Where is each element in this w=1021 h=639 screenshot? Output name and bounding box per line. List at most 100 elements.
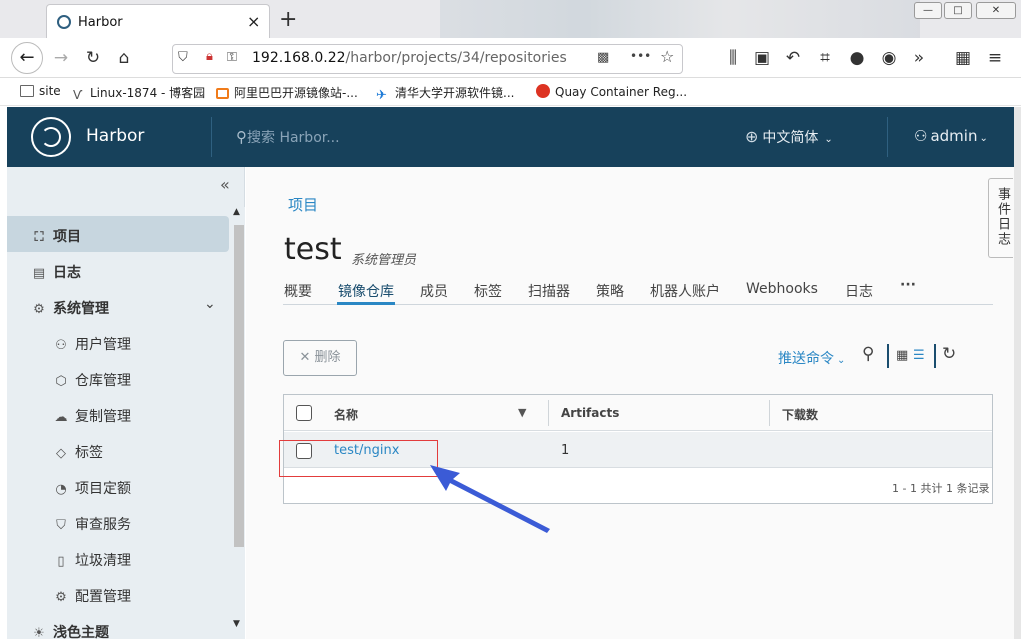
- app-brand[interactable]: Harbor: [86, 126, 144, 146]
- overflow-icon[interactable]: »: [906, 46, 932, 70]
- column-pulls-header[interactable]: 下载数: [782, 406, 818, 423]
- qr-code-icon[interactable]: ▩: [597, 50, 609, 65]
- delete-button[interactable]: ✕ 删除: [283, 340, 357, 376]
- home-icon[interactable]: ⌂: [111, 46, 137, 70]
- cnblogs-icon: Ѵ: [73, 88, 83, 102]
- sidebar-item-quotas[interactable]: ◔ 项目定额: [53, 478, 131, 498]
- background-window: [440, 0, 920, 38]
- event-log-tab[interactable]: 事件日志: [988, 178, 1013, 258]
- bookmark-tuna[interactable]: ✈ 清华大学开源软件镜...: [376, 84, 514, 103]
- admin-icon: ⚙: [33, 302, 45, 317]
- account-icon[interactable]: ◉: [876, 46, 902, 70]
- user-menu[interactable]: ⚇ admin ⌄: [914, 127, 988, 145]
- search-icon[interactable]: ⚲: [862, 344, 874, 364]
- user-icon: ⚇: [914, 127, 928, 145]
- back-arrow-icon[interactable]: ←: [11, 42, 43, 74]
- interrogation-icon: ⛉: [56, 518, 66, 533]
- push-command-dropdown[interactable]: 推送命令 ⌄: [778, 348, 845, 368]
- breadcrumb[interactable]: 项目: [288, 194, 318, 215]
- browser-tab[interactable]: Harbor ×: [46, 4, 270, 38]
- minimize-icon[interactable]: —: [914, 2, 942, 19]
- aliyun-icon: [216, 88, 229, 99]
- header-divider: [887, 117, 888, 157]
- page-title: test: [284, 232, 342, 267]
- menu-icon[interactable]: ≡: [982, 46, 1008, 70]
- select-all-checkbox[interactable]: [296, 405, 312, 421]
- bookmark-label: Quay Container Reg...: [555, 85, 688, 99]
- sidebar-item-logs[interactable]: ▤ 日志: [31, 262, 81, 282]
- sidebar-item-gc[interactable]: ▯ 垃圾清理: [53, 550, 131, 570]
- tab-repositories[interactable]: 镜像仓库: [338, 281, 394, 301]
- undo-icon[interactable]: ↶: [780, 46, 806, 70]
- url-path: /harbor/projects/34/repositories: [345, 50, 567, 66]
- tab-summary[interactable]: 概要: [284, 281, 312, 301]
- sidebar-item-label: 浅色主题: [53, 625, 109, 639]
- shield-icon[interactable]: ⛉: [178, 50, 188, 65]
- sidebar-item-labels[interactable]: ◇ 标签: [53, 442, 103, 462]
- page-actions-icon[interactable]: •••: [630, 49, 651, 63]
- bookmark-site[interactable]: site: [20, 84, 61, 98]
- sidebar-item-label: 垃圾清理: [75, 553, 131, 569]
- forward-arrow-icon[interactable]: →: [48, 46, 74, 70]
- bookmark-star-icon[interactable]: ☆: [660, 47, 674, 66]
- tab-members[interactable]: 成员: [420, 281, 448, 301]
- card-view-icon[interactable]: ▦: [896, 348, 908, 363]
- bookmark-quay[interactable]: Quay Container Reg...: [536, 84, 687, 99]
- scroll-down-icon: ▼: [233, 619, 240, 629]
- new-tab-button[interactable]: +: [279, 7, 297, 32]
- extension-icon[interactable]: ●: [844, 46, 870, 70]
- tab-robot-accounts[interactable]: 机器人账户: [650, 281, 720, 301]
- sidebar-item-configuration[interactable]: ⚙ 配置管理: [53, 586, 131, 606]
- list-view-icon[interactable]: ☰: [913, 348, 925, 363]
- key-icon[interactable]: ⚿: [227, 50, 237, 65]
- sidebar-item-registries[interactable]: ⬡ 仓库管理: [53, 370, 131, 390]
- sidebar-item-theme[interactable]: ☀ 浅色主题: [31, 622, 109, 639]
- column-artifacts-header[interactable]: Artifacts: [561, 406, 619, 420]
- tab-more[interactable]: ···: [900, 277, 916, 293]
- sidebar-item-interrogation[interactable]: ⛉ 审查服务: [53, 514, 131, 534]
- bookmark-aliyun[interactable]: 阿里巴巴开源镜像站-...: [216, 84, 358, 101]
- sidebar-item-admin[interactable]: ⚙ 系统管理: [31, 298, 109, 318]
- tab-scanner[interactable]: 扫描器: [528, 281, 570, 301]
- refresh-icon[interactable]: ↻: [942, 344, 956, 364]
- close-window-icon[interactable]: ✕: [976, 2, 1016, 19]
- sidebar-item-users[interactable]: ⚇ 用户管理: [53, 334, 131, 354]
- logs-icon: ▤: [32, 266, 46, 281]
- maximize-icon[interactable]: □: [944, 2, 972, 19]
- scroll-up-icon: ▲: [233, 207, 240, 217]
- column-divider[interactable]: [548, 400, 549, 426]
- global-search-input[interactable]: ⚲搜索 Harbor...: [236, 127, 340, 147]
- users-icon: ⚇: [55, 338, 67, 353]
- sidebar-item-replication[interactable]: ☁ 复制管理: [53, 406, 132, 426]
- url-text[interactable]: 192.168.0.22/harbor/projects/34/reposito…: [252, 50, 567, 66]
- tab-policy[interactable]: 策略: [596, 281, 624, 301]
- column-divider[interactable]: [769, 400, 770, 426]
- user-name: admin: [930, 127, 978, 145]
- chevron-down-icon[interactable]: ⌄: [204, 296, 216, 312]
- gc-icon: ▯: [57, 554, 65, 569]
- addons-icon[interactable]: ▦: [950, 46, 976, 70]
- sidebar-item-label: 用户管理: [75, 337, 131, 353]
- tab-webhooks[interactable]: Webhooks: [746, 281, 818, 297]
- sidebar-icon[interactable]: ▣: [749, 46, 775, 70]
- delete-label: 删除: [314, 350, 341, 365]
- sidebar-scrollbar[interactable]: ▲ ▼: [231, 207, 245, 639]
- filter-icon[interactable]: ▼: [518, 406, 526, 419]
- tab-labels[interactable]: 标签: [474, 281, 502, 301]
- language-selector[interactable]: ⊕ 中文简体 ⌄: [745, 127, 833, 147]
- bookmark-cnblogs[interactable]: Ѵ Linux-1874 - 博客园: [73, 84, 205, 102]
- library-icon[interactable]: ⫼: [720, 46, 746, 70]
- tab-logs[interactable]: 日志: [845, 281, 873, 301]
- tab-close-icon[interactable]: ×: [247, 12, 260, 31]
- crop-icon[interactable]: ⌗: [812, 46, 838, 70]
- harbor-logo-icon[interactable]: [31, 117, 71, 157]
- sidebar-item-projects[interactable]: ⛶ 项目: [31, 226, 81, 246]
- event-log-label: 事件日志: [995, 187, 1010, 247]
- insecure-lock-icon[interactable]: 🔒︎: [206, 49, 213, 64]
- config-icon: ⚙: [55, 590, 67, 605]
- collapse-sidebar-icon[interactable]: «: [220, 175, 230, 194]
- reload-icon[interactable]: ↻: [80, 46, 106, 70]
- pagination-summary: 1 - 1 共计 1 条记录: [892, 482, 990, 495]
- harbor-favicon-icon: [57, 15, 71, 29]
- column-name-header[interactable]: 名称: [334, 406, 358, 423]
